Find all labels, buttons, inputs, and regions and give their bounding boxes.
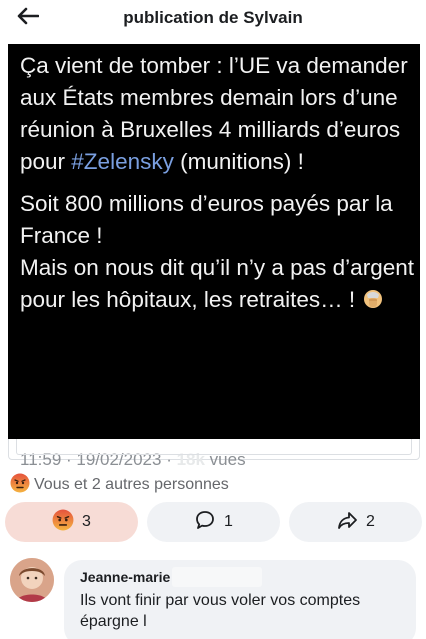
react-count: 3 — [82, 513, 91, 530]
share-count: 2 — [366, 513, 375, 530]
comment-count: 1 — [224, 513, 233, 530]
tweet-text-part-2: (munitions) ! — [173, 149, 304, 174]
tweet-screenshot[interactable]: Ça vient de tomber : l’UE va demander au… — [8, 44, 420, 469]
angry-face-icon — [52, 509, 74, 536]
post-card-bottom — [16, 439, 412, 455]
tweet-paragraph-1: Ça vient de tomber : l’UE va demander au… — [20, 50, 415, 178]
comment: Jeanne-marie S Ils vont finir par vous v… — [0, 556, 426, 639]
reactions-summary[interactable]: Vous et 2 autres personnes — [10, 473, 229, 498]
top-bar: publication de Sylvain — [0, 0, 426, 38]
angry-face-icon — [10, 473, 30, 498]
hashtag-link[interactable]: #Zelensky — [71, 149, 174, 174]
react-button[interactable]: 3 — [5, 502, 138, 542]
action-bar: 3 1 2 — [5, 502, 423, 542]
share-arrow-icon — [336, 509, 358, 536]
comment-author-name: Jeanne-marie — [80, 569, 171, 585]
comment-author[interactable]: Jeanne-marie S — [80, 569, 184, 585]
tweet-text: Ça vient de tomber : l’UE va demander au… — [20, 50, 415, 326]
tweet-paragraph-2: Soit 800 millions d’euros payés par la F… — [20, 188, 415, 316]
tweet-text-line-3: Mais on nous dit qu’il n’y a pas d’argen… — [20, 255, 414, 312]
comment-bubble-icon — [194, 509, 216, 536]
share-button[interactable]: 2 — [289, 502, 422, 542]
redaction-block — [172, 567, 262, 587]
page-title: publication de Sylvain — [123, 8, 303, 27]
comment-button[interactable]: 1 — [147, 502, 280, 542]
comment-text: Ils vont finir par vous voler vos compte… — [80, 592, 361, 630]
tweet-text-line-2: Soit 800 millions d’euros payés par la F… — [20, 191, 393, 248]
avatar[interactable] — [10, 558, 54, 602]
reactions-summary-text: Vous et 2 autres personnes — [34, 476, 229, 493]
facepalm-emoji-icon — [361, 287, 385, 311]
comment-bubble[interactable]: Jeanne-marie S Ils vont finir par vous v… — [64, 560, 416, 639]
